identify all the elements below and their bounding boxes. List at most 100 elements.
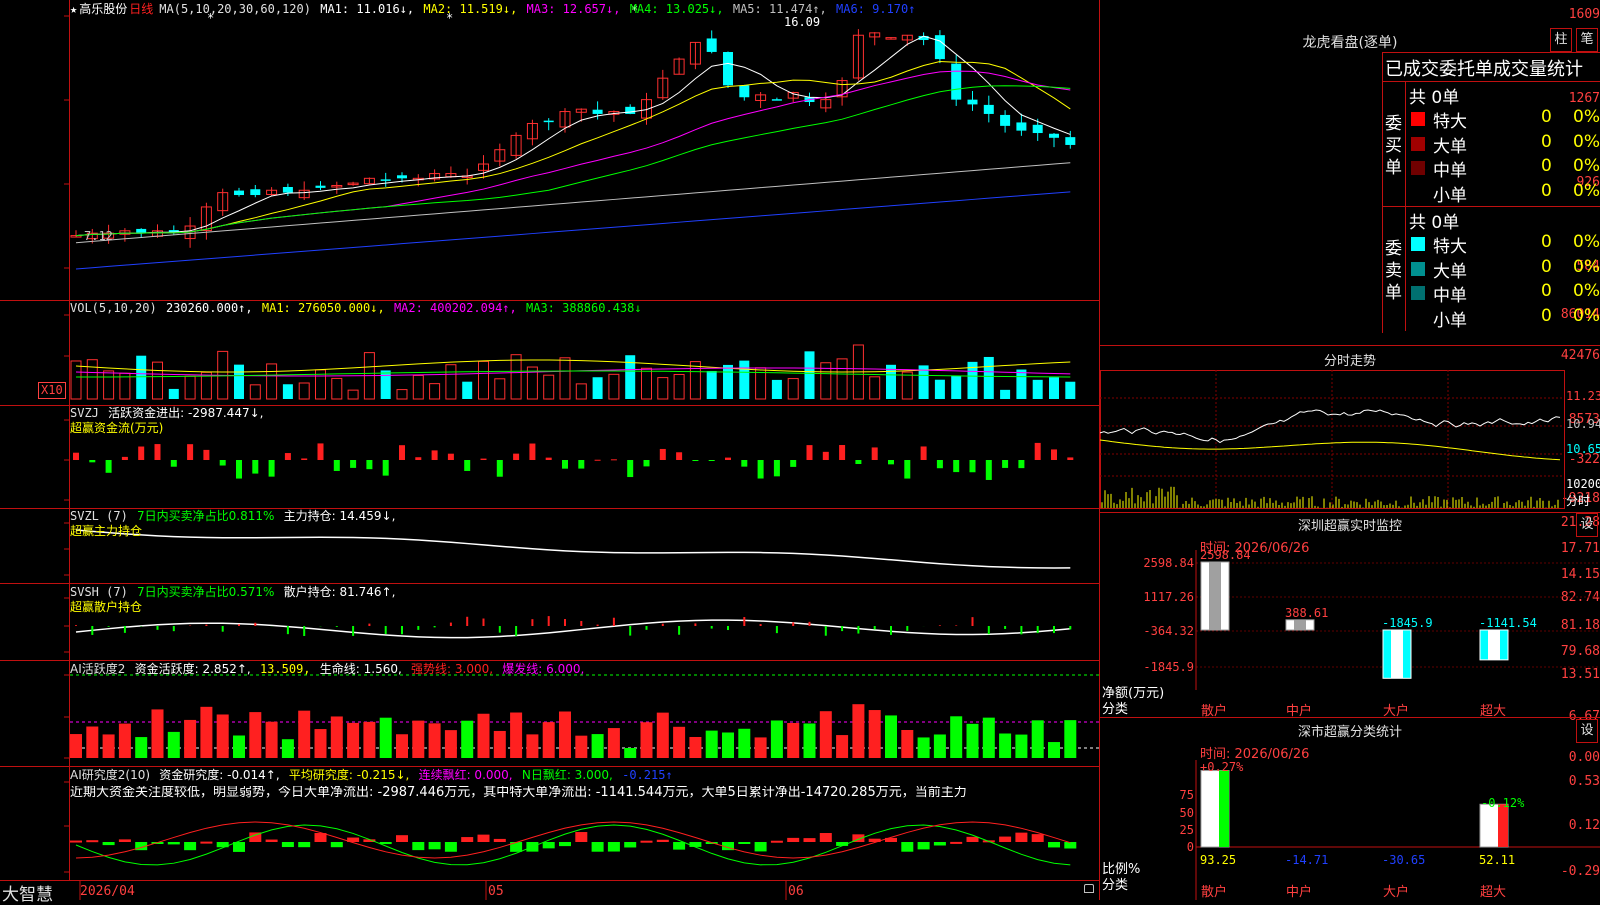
row-color-swatch	[1411, 286, 1425, 300]
stat2-cat: 分类	[1102, 874, 1128, 893]
svsh-tick	[857, 626, 859, 634]
ai-active-bar	[217, 714, 229, 758]
svzj-bar	[138, 447, 144, 460]
svzj-bar	[790, 460, 796, 467]
ai-research-bar	[999, 837, 1011, 842]
svzj-bar	[513, 454, 519, 460]
volume-bar	[511, 355, 521, 399]
stat2-settings-button[interactable]: 设	[1576, 719, 1598, 743]
svsh-tick	[792, 622, 794, 626]
order-stats-title: 已成交委托单成交量统计	[1385, 55, 1583, 81]
svzj-bar	[823, 452, 829, 460]
ai-active-bar	[461, 721, 473, 758]
volume-bar	[250, 385, 260, 399]
ai-research-bar	[168, 842, 180, 844]
bar-view-button[interactable]: 柱	[1550, 28, 1572, 52]
brand-logo[interactable]: 大智慧	[2, 880, 53, 905]
svzj-bar	[1002, 460, 1008, 468]
svzj-bar	[807, 445, 813, 460]
svsh-tick	[678, 626, 680, 635]
stat2-ytick: 75	[1180, 788, 1194, 802]
ai-active-bar	[575, 736, 587, 758]
period-label[interactable]: 日线	[129, 2, 153, 16]
svzj-bar	[611, 459, 617, 460]
svsh-tick	[629, 626, 631, 636]
candle-body	[283, 187, 293, 193]
volume-bar	[837, 359, 847, 399]
intraday-ytick: 10.65	[1566, 442, 1600, 456]
svsh-label: SVSH (7)	[70, 585, 128, 599]
svsh-tick	[173, 626, 175, 631]
svsh-tick	[483, 619, 485, 626]
ai-active-bar	[1064, 720, 1076, 758]
intraday-chart[interactable]	[1100, 370, 1600, 510]
svzj-bar	[888, 460, 894, 464]
lock-icon[interactable]	[1084, 884, 1094, 893]
intraday-series	[1100, 410, 1560, 508]
row-qty: 0	[1541, 156, 1552, 176]
svzj-bar	[595, 460, 601, 461]
stock-name[interactable]: 高乐股份	[79, 2, 127, 16]
stat2-ytick: 25	[1180, 823, 1194, 837]
svzj-bar	[676, 452, 682, 460]
ai-research-bar	[673, 842, 685, 850]
ai-active-bar	[152, 709, 164, 758]
svsh-tick	[809, 622, 811, 626]
monitor-settings-button[interactable]: 设	[1576, 513, 1598, 537]
ai-active-desc: 资金活跃度: 2.852↑,	[135, 662, 251, 676]
ai-research-bar	[787, 838, 799, 842]
volume-bar	[1049, 377, 1059, 399]
ma5-value: MA5: 11.474↑,	[733, 2, 827, 16]
stat2-value: -30.65	[1382, 853, 1425, 867]
ai-active-bar	[429, 723, 441, 758]
svzj-bar	[481, 459, 487, 460]
low-price-label: 7.12	[84, 229, 113, 243]
volume-bar	[153, 362, 163, 399]
ai-research-bar	[901, 842, 913, 852]
volume-bar	[413, 375, 423, 399]
svzj-bar	[203, 450, 209, 460]
main-chart-area[interactable]: * * * 7.12 16.09	[0, 0, 1100, 900]
row-pct: 0%	[1573, 156, 1600, 176]
stat2-category: 中户	[1286, 884, 1312, 900]
volume-bar	[283, 384, 293, 399]
svzl-header: SVZL (7) 7日内买卖净占比0.811% 主力持仓: 14.459↓,	[70, 509, 397, 523]
volume-bar	[886, 365, 896, 399]
volume-bar	[1016, 370, 1026, 399]
volume-bar	[674, 374, 684, 399]
stat2-value: 93.25	[1200, 853, 1236, 867]
svzj-bar	[529, 444, 535, 460]
svsh-tick	[238, 624, 240, 626]
vol-ma2: MA2: 400202.094↑,	[394, 301, 517, 315]
volume-bar	[772, 380, 782, 399]
svsh-tick	[1004, 626, 1006, 629]
row-qty: 0	[1541, 281, 1552, 301]
ma6-value: MA6: 9.170↑	[836, 2, 915, 16]
svzl-label: SVZL (7)	[70, 509, 128, 523]
ma4-value: MA4: 13.025↓,	[630, 2, 724, 16]
ai-active-bar	[608, 728, 620, 758]
svsh-tick	[450, 623, 452, 626]
ai-active-bar	[135, 737, 147, 758]
svsh-tick	[972, 617, 974, 626]
stat2-bar-accent	[1219, 771, 1229, 847]
svsh-tick	[466, 617, 468, 626]
ma-label: MA(5,10,20,30,60,120)	[159, 2, 311, 16]
volume-bar	[625, 355, 635, 399]
svzj-bar	[1051, 449, 1057, 460]
svsh-tick	[515, 626, 517, 636]
candle-body	[544, 121, 554, 123]
stat2-category: 大户	[1383, 884, 1409, 900]
tick-view-button[interactable]: 笔	[1576, 28, 1598, 52]
svsh-tick	[75, 625, 77, 626]
svsh-tick	[646, 626, 648, 630]
volume-bar	[658, 378, 668, 399]
ai-active-bar	[934, 734, 946, 758]
svzj-bar	[921, 446, 927, 460]
svzj-header: SVZJ 活跃资金进出: -2987.447↓,	[70, 406, 265, 420]
svsh-tick	[254, 623, 256, 626]
ai-research-avg: 平均研究度: -0.215↓,	[289, 768, 409, 782]
svzl-line	[76, 530, 1070, 568]
volume-bar	[136, 356, 146, 399]
row-name: 小单	[1433, 181, 1467, 206]
